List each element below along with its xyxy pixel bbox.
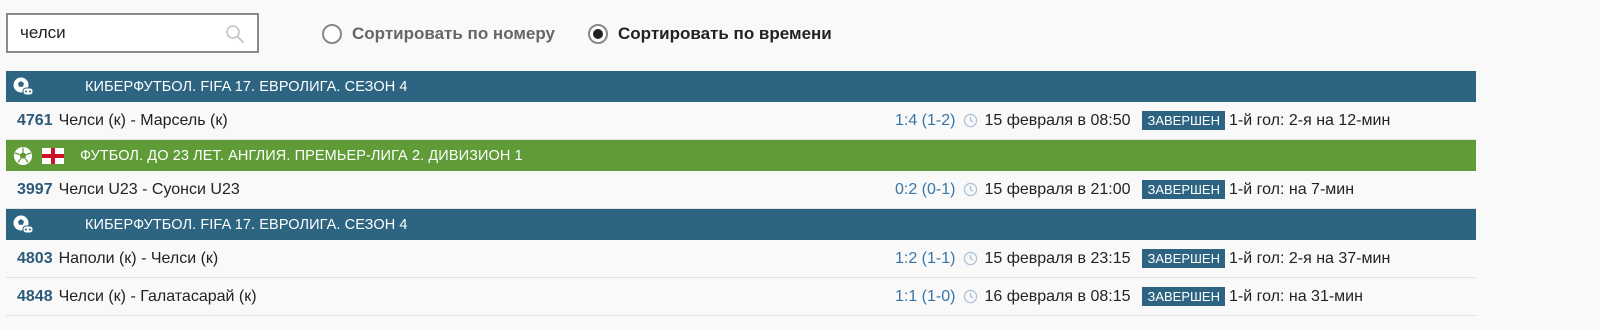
group-title: ФУТБОЛ. ДО 23 ЛЕТ. АНГЛИЯ. ПРЕМЬЕР-ЛИГА … [80,147,523,164]
match-row[interactable]: 4848 Челси (к) - Галатасарай (к) 1:1 (1-… [6,278,1476,316]
status-badge: ЗАВЕРШЕН [1142,111,1225,130]
match-number[interactable]: 4803 [17,250,53,268]
first-goal-info: 1-й гол: 2-я на 37-мин [1229,249,1391,267]
match-score: 1:2 (1-1) [894,249,956,267]
match-date: 15 февраля в 23:15 [984,249,1131,267]
search-icon[interactable] [225,24,245,44]
match-number[interactable]: 4761 [17,112,53,130]
group-title: КИБЕРФУТБОЛ. FIFA 17. ЕВРОЛИГА. СЕЗОН 4 [85,216,408,233]
clock-icon [964,251,978,266]
match-teams[interactable]: Челси (к) - Марсель (к) [59,112,228,130]
match-row[interactable]: 4803 Наполи (к) - Челси (к) 1:2 (1-1) 15… [6,240,1476,278]
sort-by-time-label: Сортировать по времени [618,24,832,43]
radio-circle-checked[interactable] [588,24,608,44]
clock-icon [964,182,978,197]
match-row[interactable]: 3997 Челси U23 - Суонси U23 0:2 (0-1) 15… [6,171,1476,209]
match-number[interactable]: 4848 [17,288,53,306]
status-badge: ЗАВЕРШЕН [1142,287,1225,306]
group-header[interactable]: КИБЕРФУТБОЛ. FIFA 17. ЕВРОЛИГА. СЕЗОН 4 [6,209,1476,240]
match-teams[interactable]: Челси U23 - Суонси U23 [59,181,240,199]
status-badge: ЗАВЕРШЕН [1142,249,1225,268]
first-goal-info: 1-й гол: на 7-мин [1229,180,1355,198]
match-date: 16 февраля в 08:15 [984,287,1131,305]
match-date: 15 февраля в 08:50 [984,111,1131,129]
sort-by-time-radio[interactable]: Сортировать по времени [588,24,832,44]
match-row[interactable]: 4761 Челси (к) - Марсель (к) 1:4 (1-2) 1… [6,102,1476,140]
football-icon [14,146,32,165]
england-flag-icon [42,147,64,164]
group-header[interactable]: КИБЕРФУТБОЛ. FIFA 17. ЕВРОЛИГА. СЕЗОН 4 [6,71,1476,102]
match-score: 1:4 (1-2) [894,111,956,129]
group-title: КИБЕРФУТБОЛ. FIFA 17. ЕВРОЛИГА. СЕЗОН 4 [85,78,408,95]
match-teams[interactable]: Наполи (к) - Челси (к) [59,250,219,268]
sort-by-number-radio[interactable]: Сортировать по номеру [322,24,555,44]
radio-circle[interactable] [322,24,342,44]
clock-icon [964,289,978,304]
match-number[interactable]: 3997 [17,181,53,199]
first-goal-info: 1-й гол: 2-я на 12-мин [1229,111,1391,129]
status-badge: ЗАВЕРШЕН [1142,180,1225,199]
match-teams[interactable]: Челси (к) - Галатасарай (к) [59,288,257,306]
cyberfootball-icon [13,77,34,95]
match-date: 15 февраля в 21:00 [984,180,1131,198]
match-score: 1:1 (1-0) [894,287,956,305]
match-score: 0:2 (0-1) [894,180,956,198]
sort-by-number-label: Сортировать по номеру [352,24,555,43]
first-goal-info: 1-й гол: на 31-мин [1229,287,1363,305]
search-box[interactable] [6,13,259,53]
group-header[interactable]: ФУТБОЛ. ДО 23 ЛЕТ. АНГЛИЯ. ПРЕМЬЕР-ЛИГА … [6,140,1476,171]
match-list: КИБЕРФУТБОЛ. FIFA 17. ЕВРОЛИГА. СЕЗОН 4 … [6,71,1476,316]
search-input[interactable] [8,15,218,51]
clock-icon [964,113,978,128]
cyberfootball-icon [13,215,34,233]
